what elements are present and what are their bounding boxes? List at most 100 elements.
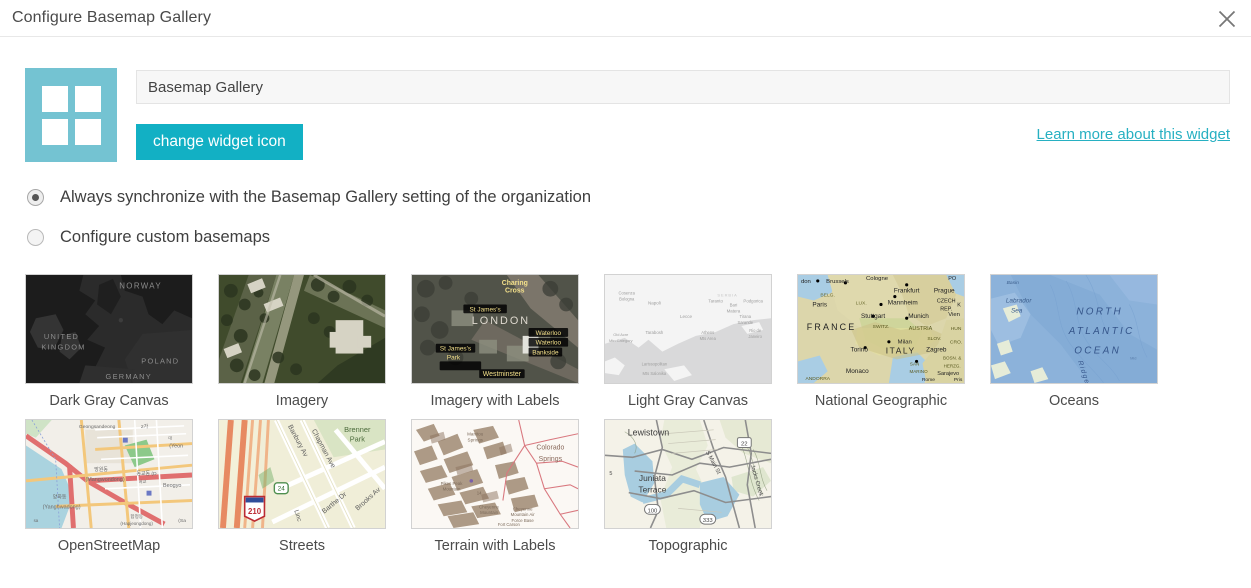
basemap-item-oceans[interactable]: Basin Labrador Sea NORTH ATLANTIC OCEAN … — [990, 274, 1158, 409]
widget-icon-square-1 — [41, 85, 68, 112]
basemap-thumbnail-light-gray-canvas[interactable]: Cosenza Bologna Napoli Lecce Taranto Bar… — [604, 274, 772, 384]
svg-text:Cosenza: Cosenza — [619, 291, 636, 296]
basemap-thumbnail-openstreetmap[interactable]: Geongsandeong 2가 (Yeon 대 망원동 (Mangwondon… — [25, 419, 193, 529]
svg-text:Tarabosh: Tarabosh — [645, 330, 663, 335]
change-widget-icon-button[interactable]: change widget icon — [136, 124, 303, 160]
svg-text:St James's: St James's — [470, 306, 501, 313]
svg-text:Frankfurt: Frankfurt — [894, 288, 920, 295]
radio-label-custom: Configure custom basemaps — [60, 228, 271, 246]
svg-text:Podgorica: Podgorica — [743, 299, 763, 304]
learn-more-link[interactable]: Learn more about this widget — [1037, 124, 1230, 146]
svg-text:(Sa: (Sa — [178, 518, 186, 524]
svg-text:LUX.: LUX. — [856, 300, 867, 306]
svg-text:Bankside: Bankside — [532, 350, 559, 357]
basemap-label-terrain-with-labels: Terrain with Labels — [434, 538, 556, 554]
svg-text:Fort Carson: Fort Carson — [498, 522, 521, 527]
radio-option-custom[interactable]: Configure custom basemaps — [27, 228, 270, 247]
radio-dot-icon — [32, 194, 39, 201]
svg-text:Basin: Basin — [1007, 280, 1020, 286]
svg-text:HUN: HUN — [951, 326, 962, 332]
basemap-label-light-gray-canvas: Light Gray Canvas — [627, 393, 749, 409]
svg-text:NORTH: NORTH — [1076, 306, 1123, 317]
svg-text:Tirana: Tirana — [740, 314, 752, 319]
basemap-item-streets[interactable]: 24 210 Banbury Av Chapman Ave Brenner Pa… — [218, 419, 386, 554]
basemap-item-imagery-with-labels[interactable]: Charing Cross St James's LONDON Waterloo… — [411, 274, 579, 409]
basemap-item-openstreetmap[interactable]: Geongsandeong 2가 (Yeon 대 망원동 (Mangwondon… — [25, 419, 193, 554]
svg-text:Manitou: Manitou — [467, 432, 484, 437]
svg-text:Springs: Springs — [468, 438, 484, 443]
svg-text:Beogyo: Beogyo — [163, 483, 181, 489]
svg-text:Juniata: Juniata — [639, 473, 666, 483]
basemap-thumbnail-streets[interactable]: 24 210 Banbury Av Chapman Ave Brenner Pa… — [218, 419, 386, 529]
widget-icon-preview[interactable] — [25, 68, 117, 162]
svg-text:SAN: SAN — [910, 361, 919, 366]
svg-text:Rio de: Rio de — [749, 328, 762, 333]
svg-text:SLOV.: SLOV. — [927, 336, 941, 342]
svg-text:SERBIA: SERBIA — [717, 293, 737, 298]
svg-text:ANDORRA: ANDORRA — [805, 376, 830, 382]
svg-text:Munich: Munich — [908, 313, 929, 320]
widget-icon-square-3 — [41, 118, 68, 145]
basemap-thumbnail-oceans[interactable]: Basin Labrador Sea NORTH ATLANTIC OCEAN … — [990, 274, 1158, 384]
svg-text:UNITED: UNITED — [44, 332, 79, 341]
svg-text:MARINO: MARINO — [909, 369, 928, 374]
svg-text:KINGDOM: KINGDOM — [41, 343, 85, 352]
basemap-label-oceans: Oceans — [1049, 393, 1099, 409]
svg-text:5: 5 — [609, 471, 612, 477]
svg-text:Sea: Sea — [1011, 307, 1023, 314]
svg-text:Cheyenne: Cheyenne — [513, 506, 533, 511]
svg-text:100: 100 — [647, 508, 658, 514]
svg-text:2가: 2가 — [141, 423, 149, 430]
svg-text:Park: Park — [350, 435, 366, 444]
radio-indicator-custom[interactable] — [27, 229, 44, 246]
svg-text:망원동: 망원동 — [94, 466, 108, 473]
svg-text:Colorado: Colorado — [536, 444, 564, 451]
svg-text:(Yeon: (Yeon — [169, 444, 183, 450]
basemap-item-national-geographic[interactable]: don Brussels Cologne PO Frankfurt Prague… — [797, 274, 965, 409]
widget-name-input[interactable] — [136, 70, 1230, 104]
basemap-thumbnail-topographic[interactable]: 22 100 333 Lewistown Juniata Terrace S M… — [604, 419, 772, 529]
basemap-thumbnail-imagery[interactable] — [218, 274, 386, 384]
page-title: Configure Basemap Gallery — [12, 9, 212, 26]
svg-text:Pikes Peak: Pikes Peak — [441, 481, 464, 486]
svg-text:Janeiro: Janeiro — [748, 334, 762, 339]
svg-text:Lewistown: Lewistown — [628, 428, 670, 438]
svg-text:Napoli: Napoli — [648, 300, 661, 305]
basemap-item-light-gray-canvas[interactable]: Cosenza Bologna Napoli Lecce Taranto Bar… — [604, 274, 772, 409]
basemap-thumbnail-terrain-with-labels[interactable]: Manitou Springs Colorado Springs Pikes P… — [411, 419, 579, 529]
svg-text:don: don — [801, 279, 811, 285]
svg-text:Sarande: Sarande — [737, 320, 753, 325]
svg-text:Zagreb: Zagreb — [926, 347, 947, 354]
svg-text:FRANCE: FRANCE — [807, 322, 857, 332]
svg-text:SWITZ.: SWITZ. — [873, 324, 890, 330]
basemap-grid: NORWAY UNITED KINGDOM POLAND GERMANY Dar… — [25, 274, 1205, 554]
svg-text:Mts Area: Mts Area — [700, 336, 717, 341]
svg-text:HERZG.: HERZG. — [944, 363, 961, 368]
svg-text:Brenner: Brenner — [344, 425, 371, 434]
svg-text:AUSTRIA: AUSTRIA — [909, 326, 933, 332]
svg-text:CRO.: CRO. — [950, 340, 962, 346]
svg-text:Sarajevo: Sarajevo — [937, 371, 959, 377]
radio-option-sync-org[interactable]: Always synchronize with the Basemap Gall… — [27, 188, 591, 207]
svg-text:333: 333 — [703, 518, 714, 524]
close-icon[interactable] — [1211, 3, 1243, 35]
basemap-item-imagery[interactable]: Imagery — [218, 274, 386, 409]
basemap-thumbnail-national-geographic[interactable]: don Brussels Cologne PO Frankfurt Prague… — [797, 274, 965, 384]
radio-indicator-sync-org[interactable] — [27, 189, 44, 206]
basemap-item-topographic[interactable]: 22 100 333 Lewistown Juniata Terrace S M… — [604, 419, 772, 554]
basemap-thumbnail-dark-gray-canvas[interactable]: NORWAY UNITED KINGDOM POLAND GERMANY — [25, 274, 193, 384]
svg-text:Mtn Category: Mtn Category — [609, 338, 633, 343]
svg-text:22: 22 — [741, 442, 748, 448]
basemap-label-topographic: Topographic — [648, 538, 728, 554]
svg-text:Larissopolitan: Larissopolitan — [642, 361, 668, 366]
basemap-item-dark-gray-canvas[interactable]: NORWAY UNITED KINGDOM POLAND GERMANY Dar… — [25, 274, 193, 409]
svg-text:Bologna: Bologna — [619, 297, 635, 302]
basemap-thumbnail-imagery-with-labels[interactable]: Charing Cross St James's LONDON Waterloo… — [411, 274, 579, 384]
basemap-item-terrain-with-labels[interactable]: Manitou Springs Colorado Springs Pikes P… — [411, 419, 579, 554]
svg-text:BELG.: BELG. — [820, 293, 834, 299]
svg-text:Cheyenne: Cheyenne — [479, 504, 499, 509]
svg-text:K: K — [957, 302, 961, 308]
svg-text:Prague: Prague — [934, 288, 955, 295]
svg-text:동교동 (D: 동교동 (D — [136, 471, 157, 477]
dialog-titlebar: Configure Basemap Gallery — [0, 0, 1251, 37]
